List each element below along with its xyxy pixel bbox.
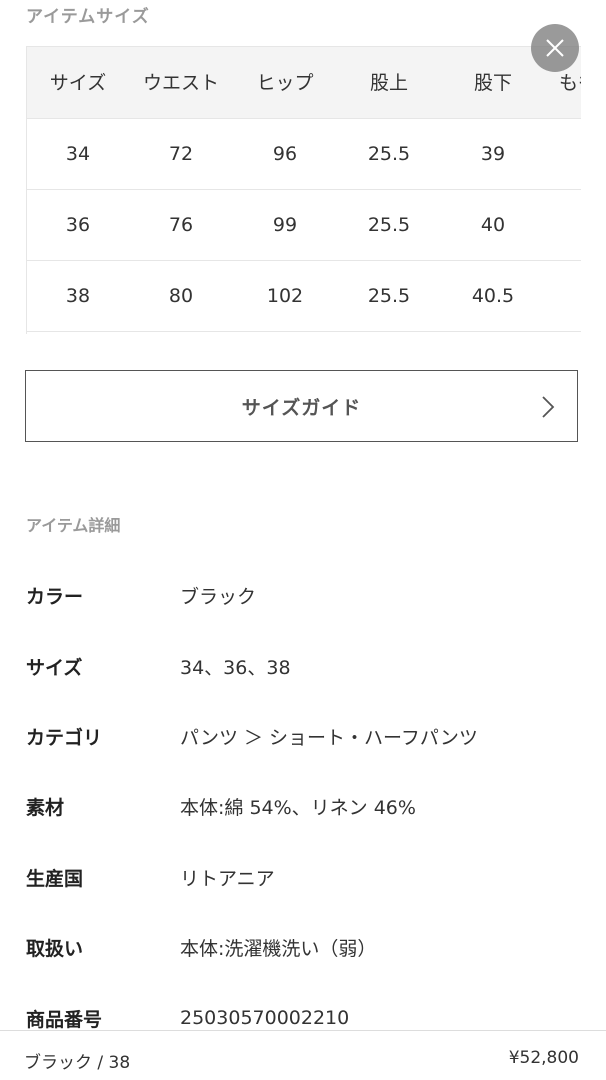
table-cell: 99: [233, 189, 337, 261]
table-cell: 72: [129, 118, 233, 190]
detail-row-care: 取扱い 本体:洗濯機洗い（弱）: [26, 932, 376, 962]
detail-value: ブラック: [180, 585, 257, 608]
header-size: サイズ: [27, 47, 129, 119]
detail-value: 25030570002210: [180, 1007, 350, 1029]
detail-label: 生産国: [26, 867, 84, 890]
detail-label: 取扱い: [26, 937, 84, 960]
detail-row-color: カラー ブラック: [26, 580, 256, 610]
detail-label: カテゴリ: [26, 726, 103, 749]
table-cell: 96: [233, 118, 337, 190]
size-guide-label: サイズガイド: [241, 396, 362, 419]
table-cell: 40: [441, 189, 545, 261]
table-cell: 62: [545, 189, 581, 261]
header-waist: ウエスト: [129, 47, 233, 119]
table-cell: 40.5: [441, 260, 545, 332]
close-icon: [546, 39, 564, 57]
table-row: 38 80 102 25.5 40.5 64: [27, 260, 581, 332]
detail-value: リトアニア: [180, 867, 275, 890]
detail-row-material: 素材 本体:綿 54%、リネン 46%: [26, 791, 416, 821]
table-cell: 25.5: [337, 189, 441, 261]
chevron-right-icon: [542, 396, 555, 418]
table-row: 34 72 96 25.5 39 60: [27, 118, 581, 190]
size-table: サイズ ウエスト ヒップ 股上 股下 もも周り 34 72 96 25.5 39…: [27, 47, 581, 332]
table-cell: 80: [129, 260, 233, 332]
detail-row-origin: 生産国 リトアニア: [26, 862, 275, 892]
table-cell: 64: [545, 260, 581, 332]
size-table-container[interactable]: サイズ ウエスト ヒップ 股上 股下 もも周り 34 72 96 25.5 39…: [26, 46, 581, 334]
item-size-title: アイテムサイズ: [26, 7, 150, 27]
size-guide-button[interactable]: サイズガイド: [25, 370, 578, 442]
header-rise: 股上: [337, 47, 441, 119]
table-row: 36 76 99 25.5 40 62: [27, 189, 581, 261]
table-cell: 102: [233, 260, 337, 332]
detail-row-category: カテゴリ パンツ ＞ ショート・ハーフパンツ: [26, 721, 478, 751]
detail-value: 本体:洗濯機洗い（弱）: [180, 937, 377, 960]
purchase-footer: ブラック / 38 ¥52,800: [0, 1030, 606, 1080]
detail-value: 本体:綿 54%、リネン 46%: [180, 796, 416, 819]
table-cell: 36: [27, 189, 129, 261]
detail-value: パンツ ＞ ショート・ハーフパンツ: [180, 726, 478, 749]
detail-label: カラー: [26, 585, 84, 608]
table-cell: 39: [441, 118, 545, 190]
detail-label: 素材: [26, 796, 65, 819]
table-cell: 25.5: [337, 118, 441, 190]
item-details-title: アイテム詳細: [26, 516, 121, 535]
detail-label: 商品番号: [26, 1008, 103, 1031]
table-cell: 60: [545, 118, 581, 190]
detail-row-size: サイズ 34、36、38: [26, 651, 291, 681]
table-cell: 34: [27, 118, 129, 190]
detail-label: サイズ: [26, 656, 83, 679]
price: ¥52,800: [508, 1048, 579, 1068]
close-button[interactable]: [531, 24, 579, 72]
detail-value: 34、36、38: [180, 656, 291, 679]
selected-variant: ブラック / 38: [24, 1053, 131, 1073]
header-hip: ヒップ: [233, 47, 337, 119]
header-inseam: 股下: [441, 47, 545, 119]
table-cell: 38: [27, 260, 129, 332]
table-header-row: サイズ ウエスト ヒップ 股上 股下 もも周り: [27, 47, 581, 119]
table-cell: 25.5: [337, 260, 441, 332]
detail-row-product-number: 商品番号 25030570002210: [26, 1003, 349, 1033]
table-cell: 76: [129, 189, 233, 261]
